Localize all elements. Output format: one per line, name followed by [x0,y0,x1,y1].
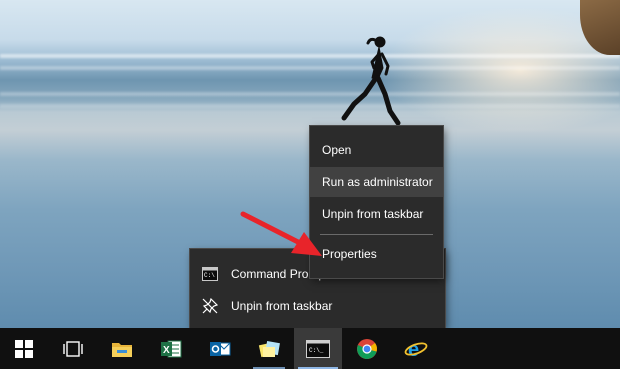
svg-text:C:\_: C:\_ [309,347,324,354]
taskbar-file-explorer[interactable] [98,328,146,369]
outlook-icon [210,341,231,356]
internet-explorer-icon: e [404,339,428,360]
svg-text:e: e [408,339,419,360]
wave-line [0,92,620,96]
chrome-icon [357,338,377,359]
runner-silhouette [341,36,401,126]
menu-item-unpin-from-taskbar[interactable]: Unpin from taskbar [310,199,443,229]
start-button[interactable] [0,328,48,369]
task-view-button[interactable] [49,328,97,369]
wave-line [0,66,620,70]
context-menu: Open Run as administrator Unpin from tas… [310,126,443,278]
jump-list-item-label: Unpin from taskbar [231,299,333,313]
taskbar: X C:\_ e [0,328,620,369]
command-prompt-icon: C:\ [202,267,218,281]
jump-list-item-unpin[interactable]: Unpin from taskbar [190,291,445,321]
taskbar-sticky-notes[interactable] [245,328,293,369]
taskbar-excel[interactable]: X [147,328,195,369]
wave-line [0,54,620,58]
taskbar-outlook[interactable] [196,328,244,369]
windows-start-icon [15,339,33,358]
wave-line [0,104,620,108]
unpin-icon [202,298,218,314]
menu-item-properties[interactable]: Properties [310,239,443,269]
file-explorer-icon [112,342,132,357]
menu-separator [320,234,433,235]
sticky-notes-icon [258,340,280,357]
rock-formation [580,0,620,55]
command-prompt-icon: C:\_ [306,339,330,358]
excel-icon: X [161,340,182,357]
taskbar-command-prompt[interactable]: C:\_ [294,328,342,369]
task-view-icon [63,340,83,357]
taskbar-internet-explorer[interactable]: e [392,328,440,369]
svg-text:C:\: C:\ [204,272,215,279]
svg-text:X: X [163,345,170,356]
taskbar-chrome[interactable] [343,328,391,369]
menu-item-open[interactable]: Open [310,135,443,165]
menu-item-run-as-administrator[interactable]: Run as administrator [310,167,443,197]
